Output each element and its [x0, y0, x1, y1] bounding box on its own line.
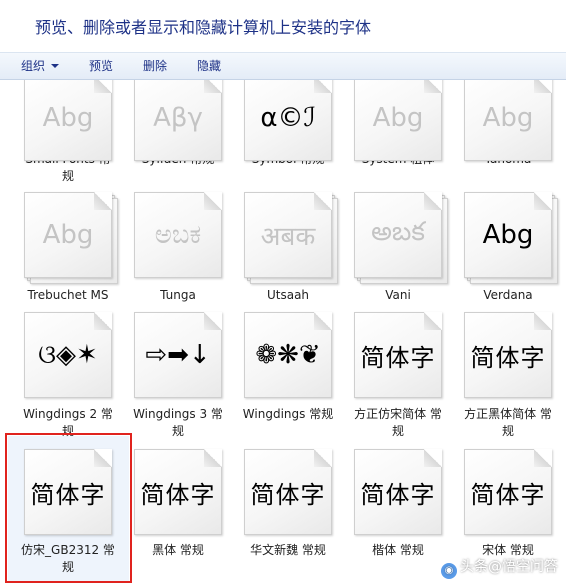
font-sample: ଓ◈✶ [38, 339, 98, 370]
font-sample: 简体字 [470, 480, 546, 509]
hide-button[interactable]: 隐藏 [197, 57, 221, 74]
organize-label: 组织 [21, 59, 46, 73]
font-thumbnail: 简体字 [354, 449, 444, 537]
font-name: 方正黑体简体 常 规 [464, 407, 552, 438]
font-thumbnail: α©ℐ [244, 80, 334, 163]
font-name: Wingdings 3 常 规 [133, 407, 223, 438]
font-sample: Abg [42, 220, 94, 250]
font-thumbnail: ಅಬಕ [134, 192, 224, 280]
font-name: Wingdings 常规 [242, 407, 334, 421]
font-thumbnail: ⇨➡↓ [134, 312, 224, 400]
font-name: 华文新魏 常规 [250, 543, 326, 557]
font-sample: Abg [482, 103, 534, 133]
window-header: 预览、删除或者显示和隐藏计算机上安装的字体 [0, 0, 566, 52]
font-thumbnail: ❁❋❦ [244, 312, 334, 400]
font-thumbnail: Abg [24, 192, 118, 284]
font-sample: ❁❋❦ [255, 340, 321, 370]
chat-bubble-icon: ◉ [441, 563, 457, 579]
font-sample: 简体字 [140, 480, 216, 509]
font-sample: అబక [371, 217, 425, 247]
font-thumbnail: 简体字 [464, 312, 554, 400]
font-thumbnail: 简体字 [354, 312, 444, 400]
font-name: 楷体 常规 [372, 543, 424, 557]
delete-button[interactable]: 删除 [143, 57, 167, 74]
font-sample: अबक [260, 222, 316, 252]
font-sample: α©ℐ [260, 103, 316, 133]
font-sample: ಅಬಕ [154, 219, 202, 250]
toolbar: 组织 预览 删除 隐藏 [0, 52, 566, 80]
font-name: 方正仿宋简体 常 规 [354, 407, 442, 438]
font-name: Utsaah [266, 288, 310, 302]
font-thumbnail: అబక [354, 192, 448, 284]
font-thumbnail: 简体字 [244, 449, 334, 537]
preview-button[interactable]: 预览 [89, 57, 113, 74]
font-thumbnail: Abg [464, 80, 554, 163]
font-name: Verdana [483, 288, 533, 302]
dropdown-arrow-icon [51, 64, 60, 68]
font-sample: Abg [372, 103, 424, 133]
font-thumbnail: Αβγ [134, 80, 224, 163]
font-sample: Αβγ [153, 103, 203, 133]
font-grid: AbgSmall Fonts 常 规ΑβγSylfaen 常规α©ℐSymbol… [0, 80, 566, 583]
font-thumbnail: Abg [24, 80, 114, 163]
font-name: Vani [385, 288, 411, 302]
selection-annotation-box [5, 433, 132, 583]
organize-menu-button[interactable]: 组织 [21, 57, 60, 74]
font-thumbnail: ଓ◈✶ [24, 312, 114, 400]
font-sample: Abg [42, 103, 94, 133]
font-thumbnail: 简体字 [134, 449, 224, 537]
font-sample: 简体字 [250, 480, 326, 509]
font-sample: 简体字 [470, 343, 546, 372]
watermark-text: 头条@悟空问答 [460, 559, 558, 575]
page-title: 预览、删除或者显示和隐藏计算机上安装的字体 [35, 18, 372, 37]
font-sample: 简体字 [360, 480, 436, 509]
font-thumbnail: Abg [464, 192, 558, 284]
font-sample: 简体字 [360, 343, 436, 372]
font-sample: Abg [482, 220, 534, 250]
font-name: Trebuchet MS [27, 288, 109, 302]
font-name: 黑体 常规 [152, 543, 204, 557]
font-thumbnail: Abg [354, 80, 444, 163]
font-sample: ⇨➡↓ [145, 340, 211, 370]
font-name: Tunga [160, 288, 196, 302]
font-thumbnail: अबक [244, 192, 338, 284]
watermark: ◉ 头条@悟空问答 [441, 556, 558, 579]
font-thumbnail: 简体字 [464, 449, 554, 537]
